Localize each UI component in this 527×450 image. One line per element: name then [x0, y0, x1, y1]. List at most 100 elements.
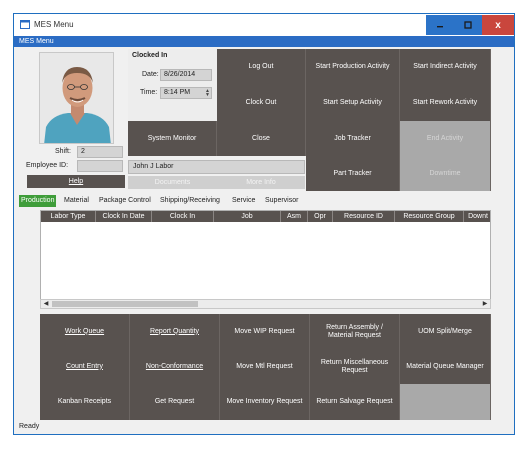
- clocked-in-title: Clocked In: [132, 52, 168, 59]
- scroll-left-icon[interactable]: ◀: [41, 300, 51, 308]
- title-bar: MES Menu x: [14, 14, 514, 36]
- tab-package-control[interactable]: Package Control: [97, 195, 153, 207]
- help-label: Help: [68, 178, 84, 185]
- employee-portrait-icon: [40, 53, 113, 143]
- maximize-icon: [464, 21, 472, 29]
- employee-photo: [39, 52, 114, 144]
- move-mtl-label: Move Mtl Request: [236, 362, 293, 370]
- start-indirect-activity-button[interactable]: Start Indirect Activity: [400, 49, 491, 85]
- app-window-icon: [20, 20, 30, 29]
- return-miscellaneous-request-button[interactable]: Return Miscellaneous Request: [310, 349, 400, 384]
- get-request-button[interactable]: Get Request: [130, 384, 220, 420]
- move-wip-label: Move WIP Request: [234, 327, 295, 335]
- log-out-label: Log Out: [248, 63, 274, 70]
- time-spinner-icon[interactable]: ▲ ▼: [205, 89, 210, 98]
- employee-name-field: John J Labor: [128, 160, 305, 174]
- close-label: Close: [252, 134, 270, 142]
- start-production-label: Start Production Activity: [315, 63, 390, 70]
- tab-shipping-receiving[interactable]: Shipping/Receiving: [158, 195, 222, 207]
- start-indirect-label: Start Indirect Activity: [413, 63, 477, 70]
- return-salvage-request-button[interactable]: Return Salvage Request: [310, 384, 400, 420]
- action-panel: Work Queue Report Quantity Move WIP Requ…: [40, 314, 491, 420]
- column-header[interactable]: Clock In Date: [96, 211, 152, 222]
- documents-button[interactable]: Documents: [128, 176, 217, 189]
- work-queue-label: Work Queue: [64, 327, 105, 335]
- tab-service[interactable]: Service: [230, 195, 257, 207]
- start-setup-activity-button[interactable]: Start Setup Activity: [306, 85, 400, 121]
- employee-id-field[interactable]: [77, 160, 123, 172]
- help-button[interactable]: Help: [27, 175, 125, 188]
- column-header[interactable]: Resource ID: [333, 211, 395, 222]
- move-mtl-request-button[interactable]: Move Mtl Request: [220, 349, 310, 384]
- start-rework-label: Start Rework Activity: [412, 99, 478, 106]
- minimize-icon: [437, 26, 443, 28]
- column-header[interactable]: Opr: [308, 211, 333, 222]
- labor-grid[interactable]: Labor Type Clock In Date Clock In Job As…: [40, 210, 491, 308]
- close-window-button[interactable]: x: [482, 15, 514, 35]
- column-header[interactable]: Resource Group: [395, 211, 464, 222]
- move-inventory-request-button[interactable]: Move Inventory Request: [220, 384, 310, 420]
- material-queue-manager-button[interactable]: Material Queue Manager: [400, 349, 491, 384]
- part-tracker-label: Part Tracker: [333, 169, 372, 177]
- menu-item-mes-menu[interactable]: MES Menu: [19, 38, 54, 45]
- move-inventory-label: Move Inventory Request: [226, 398, 303, 405]
- return-assembly-material-request-button[interactable]: Return Assembly / Material Request: [310, 314, 400, 349]
- column-header[interactable]: Job: [214, 211, 281, 222]
- start-production-activity-button[interactable]: Start Production Activity: [306, 49, 400, 85]
- status-text: Ready: [19, 423, 40, 430]
- part-tracker-button[interactable]: Part Tracker: [306, 156, 400, 191]
- scroll-thumb[interactable]: [52, 301, 198, 307]
- kanban-receipts-button[interactable]: Kanban Receipts: [40, 384, 130, 420]
- shift-field[interactable]: 2: [77, 146, 123, 158]
- clock-out-button[interactable]: Clock Out: [217, 85, 306, 121]
- uom-split-label: UOM Split/Merge: [418, 327, 472, 335]
- downtime-button[interactable]: Downtime: [400, 156, 491, 191]
- get-request-label: Get Request: [154, 398, 195, 405]
- time-label: Time:: [140, 89, 158, 96]
- scroll-right-icon[interactable]: ▶: [480, 300, 490, 308]
- report-quantity-label: Report Quantity: [149, 327, 200, 335]
- job-tracker-label: Job Tracker: [334, 134, 371, 142]
- clocked-in-panel: Clocked In Date: 8/26/2014 Time: 8:14 PM…: [128, 49, 217, 121]
- employee-id-label: Employee ID:: [26, 162, 69, 169]
- log-out-button[interactable]: Log Out: [217, 49, 306, 85]
- uom-split-merge-button[interactable]: UOM Split/Merge: [400, 314, 491, 349]
- column-header[interactable]: Downt: [464, 211, 490, 222]
- tab-supervisor[interactable]: Supervisor: [263, 195, 300, 207]
- close-button[interactable]: Close: [217, 121, 306, 156]
- minimize-button[interactable]: [426, 15, 454, 35]
- date-field[interactable]: 8/26/2014: [160, 69, 212, 81]
- close-icon: x: [495, 19, 501, 31]
- system-monitor-label: System Monitor: [147, 134, 197, 142]
- menu-bar: MES Menu: [14, 36, 514, 47]
- system-monitor-button[interactable]: System Monitor: [128, 121, 217, 156]
- column-header[interactable]: Labor Type: [41, 211, 96, 222]
- return-assembly-label: Return Assembly / Material Request: [326, 323, 383, 339]
- mes-menu-window: MES Menu x MES Menu Shift: 2 Employee ID…: [13, 13, 515, 435]
- grid-header: Labor Type Clock In Date Clock In Job As…: [41, 211, 490, 222]
- non-conformance-button[interactable]: Non-Conformance: [130, 349, 220, 384]
- tab-production[interactable]: Production: [19, 195, 57, 207]
- return-misc-label: Return Miscellaneous Request: [320, 358, 389, 374]
- non-conformance-label: Non-Conformance: [145, 362, 204, 370]
- maximize-button[interactable]: [454, 15, 482, 35]
- move-wip-request-button[interactable]: Move WIP Request: [220, 314, 310, 349]
- work-queue-button[interactable]: Work Queue: [40, 314, 130, 349]
- tab-material[interactable]: Material: [62, 195, 91, 207]
- grid-horizontal-scrollbar[interactable]: ◀ ▶: [40, 299, 491, 309]
- report-quantity-button[interactable]: Report Quantity: [130, 314, 220, 349]
- empty-action-slot: [400, 384, 491, 420]
- column-header[interactable]: Asm: [281, 211, 308, 222]
- more-info-button[interactable]: More Info: [217, 176, 305, 189]
- start-setup-label: Start Setup Activity: [323, 99, 382, 106]
- job-tracker-button[interactable]: Job Tracker: [306, 121, 400, 156]
- count-entry-button[interactable]: Count Entry: [40, 349, 130, 384]
- return-salvage-label: Return Salvage Request: [316, 398, 393, 405]
- end-activity-button[interactable]: End Activity: [400, 121, 491, 156]
- date-label: Date:: [142, 71, 159, 78]
- time-field[interactable]: 8:14 PM ▲ ▼: [160, 87, 212, 99]
- count-entry-label: Count Entry: [66, 362, 103, 370]
- start-rework-activity-button[interactable]: Start Rework Activity: [400, 85, 491, 121]
- shift-label: Shift:: [55, 148, 71, 155]
- column-header[interactable]: Clock In: [152, 211, 214, 222]
